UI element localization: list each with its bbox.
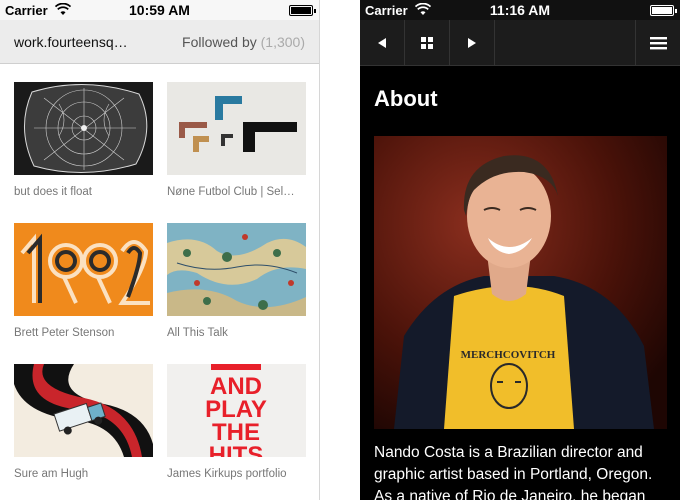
followed-by-button[interactable]: Followed by (1,300) <box>182 34 305 50</box>
poster-play-the-hits-thumbnail: AND PLAY THE HITS <box>167 364 306 457</box>
triangle-left-icon <box>378 38 386 48</box>
grid-icon <box>421 37 433 49</box>
toolbar <box>360 20 680 66</box>
1992-typography-thumbnail <box>14 223 153 316</box>
item-caption: Brett Peter Stenson <box>14 327 115 339</box>
wall-objects-thumbnail <box>167 82 306 175</box>
site-title[interactable]: work.fourteensq… <box>14 34 132 50</box>
item-caption: All This Talk <box>167 327 228 339</box>
followed-by-label: Followed by <box>182 34 257 50</box>
status-time: 11:16 AM <box>489 2 551 18</box>
battery-icon <box>650 5 677 16</box>
bio-text: Nando Costa is a Brazilian director and … <box>374 444 653 500</box>
battery-icon <box>289 5 316 16</box>
menu-button[interactable] <box>635 20 680 66</box>
followed-by-count: (1,300) <box>260 34 305 50</box>
item-caption: Sure am Hugh <box>14 468 89 480</box>
grid-item[interactable]: AND PLAY THE HITS James Kirkups portfoli… <box>167 364 306 480</box>
left-screen: Carrier 10:59 AM work.fourteensq… Follow… <box>0 0 320 500</box>
navigation-bar: work.fourteensq… Followed by (1,300) <box>0 20 319 64</box>
status-bar: Carrier 11:16 AM <box>360 0 680 20</box>
page-title: About <box>374 86 438 111</box>
grid-view-button[interactable] <box>405 20 450 66</box>
item-caption: James Kirkups portfolio <box>167 468 287 480</box>
item-caption: but does it float <box>14 186 92 198</box>
shirt-text: MERCHCOVITCH <box>461 349 556 361</box>
grid-item[interactable]: All This Talk <box>167 223 306 339</box>
right-screen: Carrier 11:16 AM About MERCHCOVITCH Nand… <box>360 0 680 500</box>
grid-item[interactable]: but does it float <box>14 82 153 198</box>
grid-item[interactable]: Nøne Futbol Club | Sel… <box>167 82 306 198</box>
poster-line: HITS <box>209 442 264 457</box>
grid-item[interactable]: Sure am Hugh <box>14 364 153 480</box>
back-button[interactable] <box>360 20 405 66</box>
truck-illustration-thumbnail <box>14 364 153 457</box>
hamburger-icon <box>650 37 667 50</box>
status-time: 10:59 AM <box>129 2 190 18</box>
illustrated-map-thumbnail <box>167 223 306 316</box>
triangle-right-icon <box>468 38 476 48</box>
status-bar: Carrier 10:59 AM <box>0 0 319 20</box>
grid-item[interactable]: Brett Peter Stenson <box>14 223 153 339</box>
forward-button[interactable] <box>450 20 495 66</box>
item-caption: Nøne Futbol Club | Sel… <box>167 186 295 198</box>
portrait-photo: MERCHCOVITCH <box>374 136 667 429</box>
lace-artwork-thumbnail <box>14 82 153 175</box>
